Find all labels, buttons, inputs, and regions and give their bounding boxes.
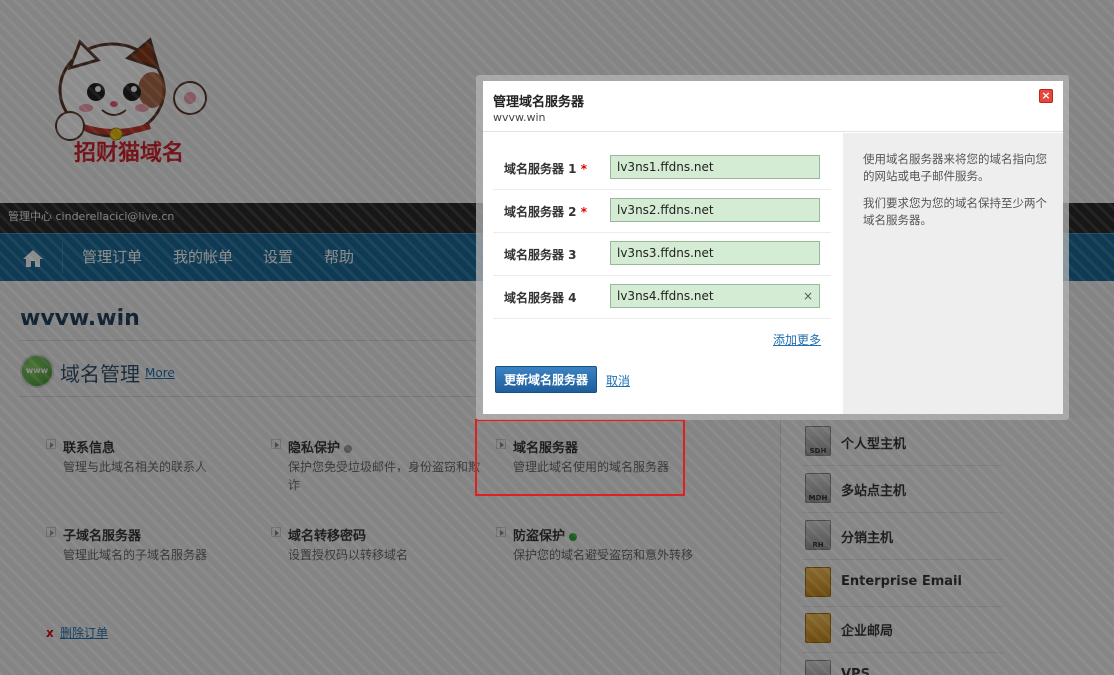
- nameserver-2-input[interactable]: [610, 198, 820, 222]
- nameserver-label: 域名服务器 3: [504, 248, 577, 262]
- dialog-help-panel: 使用域名服务器来将您的域名指向您的网站或电子邮件服务。 我们要求您为您的域名保持…: [843, 133, 1063, 414]
- dialog-subtitle: wvvw.win: [493, 111, 546, 124]
- dialog-title: 管理域名服务器: [493, 95, 585, 110]
- nameserver-row-2: 域名服务器 2 *: [493, 190, 831, 233]
- update-nameservers-button[interactable]: 更新域名服务器: [495, 366, 597, 393]
- nameserver-label: 域名服务器 2 *: [504, 203, 587, 220]
- nameserver-label-text: 域名服务器 1: [504, 162, 577, 176]
- close-icon[interactable]: ×: [1039, 89, 1053, 103]
- nameserver-3-input[interactable]: [610, 241, 820, 265]
- nameserver-label: 域名服务器 4: [504, 291, 577, 305]
- nameserver-row-1: 域名服务器 1 *: [493, 147, 831, 190]
- help-text: 使用域名服务器来将您的域名指向您的网站或电子邮件服务。: [863, 152, 1047, 183]
- required-mark: *: [580, 205, 587, 219]
- dialog-header: 管理域名服务器 wvvw.win ×: [483, 81, 1063, 132]
- dialog-body: 域名服务器 1 * 域名服务器 2 * 域名服务器 3 域名服务器 4 × 添加…: [483, 133, 1063, 414]
- nameserver-4-input[interactable]: [610, 284, 820, 308]
- nameserver-label-text: 域名服务器 2: [504, 205, 577, 219]
- cancel-link[interactable]: 取消: [606, 372, 630, 389]
- help-text: 我们要求您为您的域名保持至少两个域名服务器。: [863, 196, 1047, 227]
- nameserver-row-4: 域名服务器 4 ×: [493, 276, 831, 319]
- clear-input-icon[interactable]: ×: [803, 289, 813, 303]
- nameserver-1-input[interactable]: [610, 155, 820, 179]
- nameserver-label: 域名服务器 1 *: [504, 160, 587, 177]
- required-mark: *: [580, 162, 587, 176]
- highlight-annotation: [475, 419, 685, 496]
- nameserver-form: 域名服务器 1 * 域名服务器 2 * 域名服务器 3 域名服务器 4 × 添加…: [483, 133, 843, 414]
- manage-nameservers-dialog: 管理域名服务器 wvvw.win × 域名服务器 1 * 域名服务器 2 * 域…: [483, 81, 1063, 414]
- add-more-link[interactable]: 添加更多: [773, 331, 821, 348]
- nameserver-row-3: 域名服务器 3: [493, 233, 831, 276]
